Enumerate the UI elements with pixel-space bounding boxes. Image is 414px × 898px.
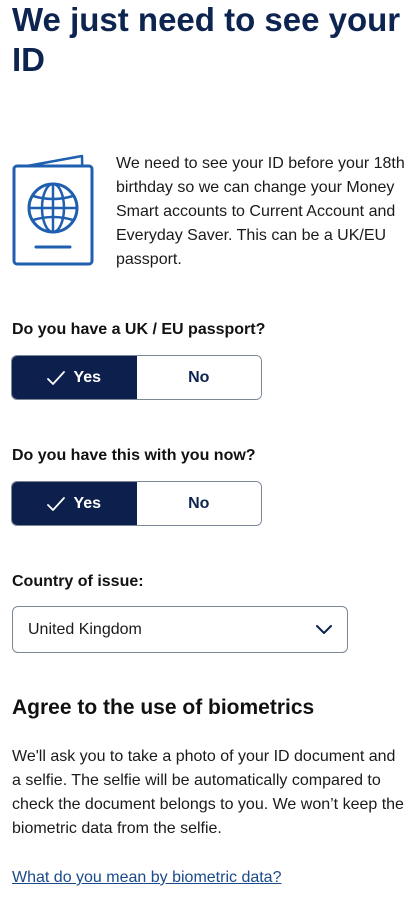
with-you-question-label: Do you have this with you now? xyxy=(12,447,256,464)
passport-yes-label: Yes xyxy=(73,368,102,386)
chevron-down-icon xyxy=(316,624,332,634)
intro-text: We need to see your ID before your 18th … xyxy=(116,155,405,268)
with-you-toggle: Yes No xyxy=(11,481,262,526)
country-select[interactable]: United Kingdom xyxy=(12,606,348,653)
biometrics-text: We'll ask you to take a photo of your ID… xyxy=(12,748,404,837)
with-you-yes-button[interactable]: Yes xyxy=(12,482,137,525)
passport-yes-button[interactable]: Yes xyxy=(12,356,137,399)
country-label: Country of issue: xyxy=(12,573,144,590)
passport-question-label: Do you have a UK / EU passport? xyxy=(12,321,266,338)
page-title: We just need to see your ID xyxy=(12,1,401,78)
check-icon xyxy=(47,496,66,511)
with-you-yes-label: Yes xyxy=(73,494,102,512)
country-select-value: United Kingdom xyxy=(28,620,142,638)
with-you-no-label: No xyxy=(188,494,210,512)
passport-no-button[interactable]: No xyxy=(136,356,261,399)
passport-toggle: Yes No xyxy=(11,355,262,400)
intro-section: We need to see your ID before your 18th … xyxy=(12,152,408,272)
check-icon xyxy=(47,370,66,385)
with-you-no-button[interactable]: No xyxy=(136,482,261,525)
biometric-data-link[interactable]: What do you mean by biometric data? xyxy=(12,867,281,889)
passport-no-label: No xyxy=(188,368,210,386)
biometrics-heading: Agree to the use of biometrics xyxy=(12,696,315,719)
passport-icon xyxy=(12,154,94,266)
